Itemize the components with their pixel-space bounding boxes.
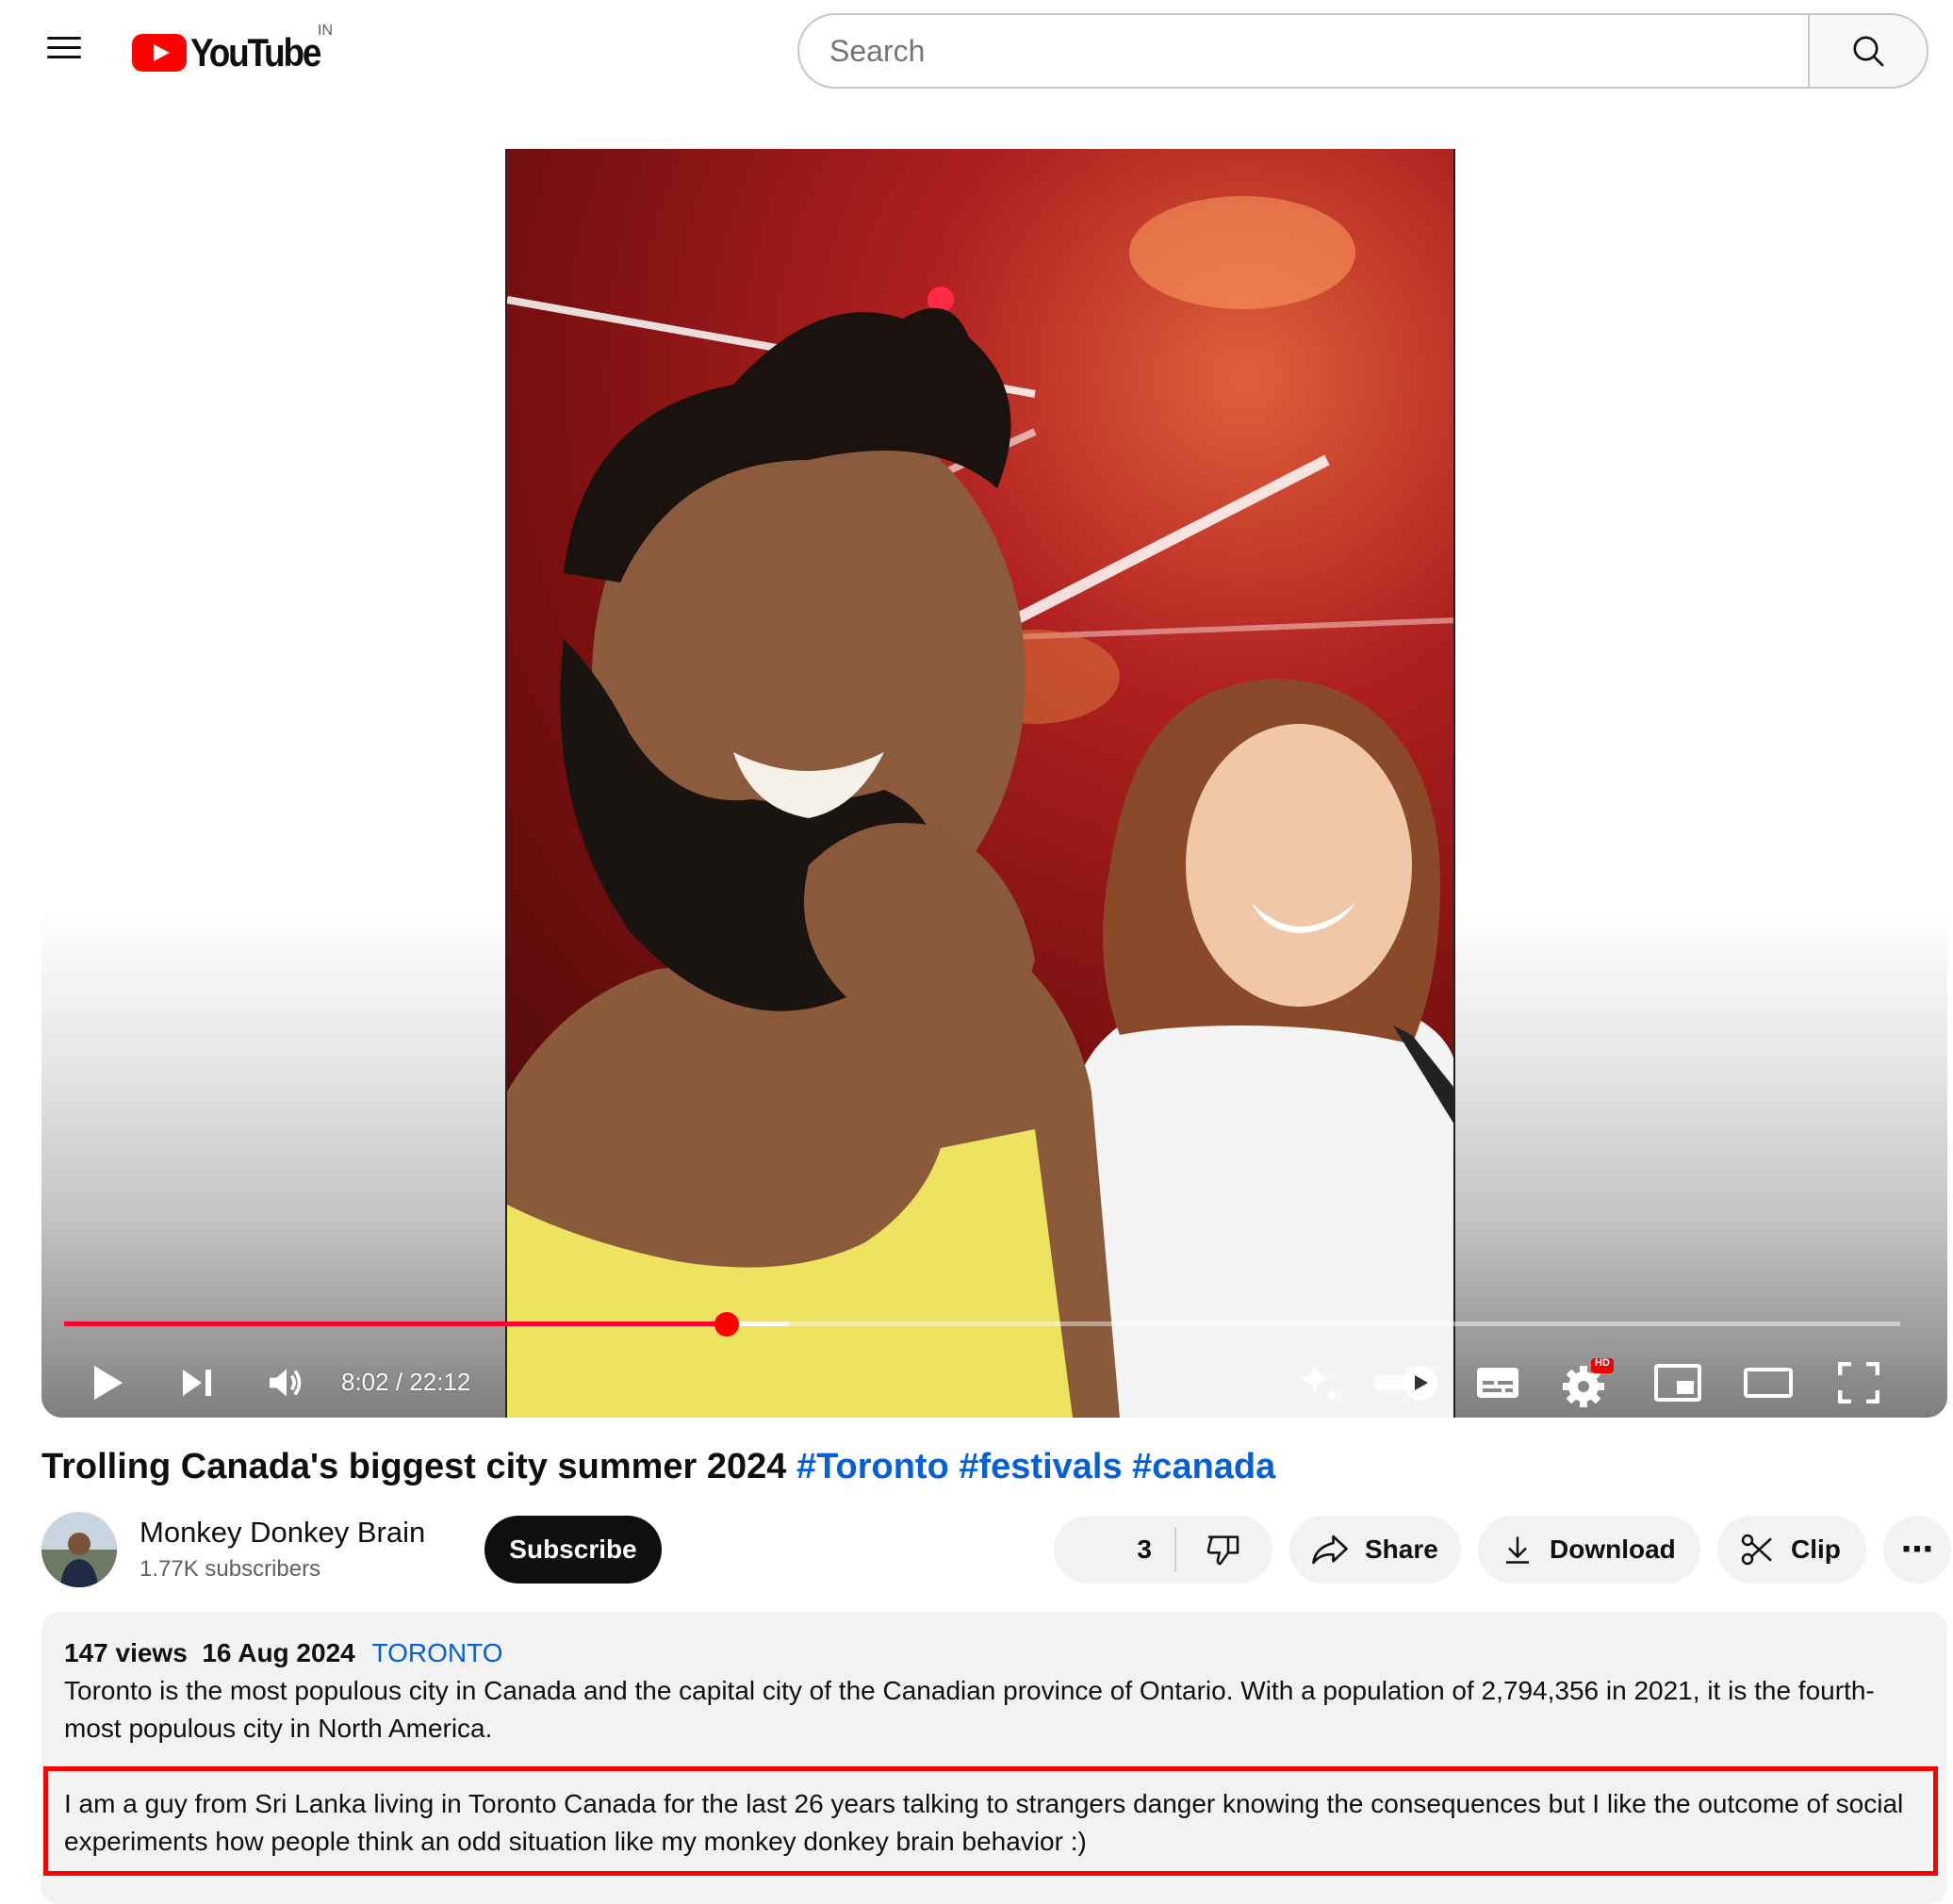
upload-date: 16 Aug 2024 (202, 1638, 355, 1667)
country-code: IN (318, 23, 333, 39)
volume-icon (270, 1369, 302, 1397)
subtitles-icon (1477, 1368, 1518, 1398)
hashtag-link[interactable]: #Toronto (796, 1447, 949, 1486)
youtube-play-logo-icon (132, 34, 187, 72)
search-input[interactable] (797, 13, 1808, 89)
logo-text: YouTube (190, 30, 321, 74)
progress-played (64, 1321, 728, 1326)
description-paragraph-highlighted: I am a guy from Sri Lanka living in Toro… (64, 1789, 1904, 1856)
clip-label: Clip (1791, 1535, 1841, 1564)
subscribe-button[interactable]: Subscribe (484, 1516, 662, 1584)
miniplayer-button[interactable] (1644, 1348, 1712, 1418)
more-actions-button[interactable]: ⋯ (1883, 1516, 1951, 1584)
play-button[interactable] (77, 1348, 138, 1418)
search-bar (797, 13, 1928, 89)
time-display: 8:02 / 22:12 (341, 1368, 471, 1396)
subtitles-button[interactable] (1465, 1348, 1531, 1418)
next-button[interactable] (166, 1348, 226, 1418)
location-link[interactable]: TORONTO (372, 1638, 503, 1667)
channel-name[interactable]: Monkey Donkey Brain (140, 1514, 425, 1551)
theater-mode-button[interactable] (1734, 1348, 1802, 1418)
video-title: Trolling Canada's biggest city summer 20… (41, 1444, 1275, 1489)
download-button[interactable]: Download (1478, 1516, 1700, 1584)
share-button[interactable]: Share (1289, 1516, 1461, 1584)
share-label: Share (1365, 1535, 1438, 1564)
next-icon (183, 1370, 211, 1396)
sparkle-icon (1300, 1364, 1338, 1402)
menu-icon-bar (47, 37, 81, 40)
autoplay-toggle[interactable] (1365, 1348, 1450, 1418)
search-icon (1853, 36, 1884, 67)
autoplay-toggle-icon (1373, 1366, 1437, 1400)
play-icon (94, 1366, 123, 1400)
youtube-logo[interactable]: YouTube IN (132, 23, 337, 75)
fullscreen-button[interactable] (1825, 1348, 1893, 1418)
menu-icon-bar (47, 46, 81, 49)
settings-button[interactable]: HD (1553, 1348, 1621, 1418)
like-button[interactable]: 3 (1054, 1516, 1174, 1584)
menu-icon-bar (47, 56, 81, 58)
fullscreen-icon (1838, 1362, 1879, 1403)
description-meta: 147 views 16 Aug 2024 TORONTO (64, 1636, 503, 1670)
description-paragraph: Toronto is the most populous city in Can… (64, 1676, 1875, 1743)
video-player[interactable]: 8:02 / 22:12 HD (41, 149, 1947, 1418)
hashtag-link[interactable]: #canada (1132, 1447, 1275, 1486)
miniplayer-icon (1654, 1364, 1701, 1402)
share-icon (1312, 1535, 1348, 1565)
menu-button[interactable] (38, 30, 90, 72)
clip-button[interactable]: Clip (1717, 1516, 1866, 1584)
search-button[interactable] (1808, 13, 1928, 89)
view-count: 147 views (64, 1638, 188, 1667)
scissors-icon (1741, 1534, 1772, 1566)
more-dots-icon: ⋯ (1901, 1532, 1933, 1568)
video-title-text: Trolling Canada's biggest city summer 20… (41, 1447, 787, 1486)
volume-button[interactable] (256, 1348, 317, 1418)
dislike-button[interactable] (1176, 1516, 1271, 1584)
download-label: Download (1550, 1535, 1676, 1564)
channel-avatar[interactable] (41, 1512, 117, 1587)
hd-badge: HD (1595, 1357, 1610, 1369)
video-scene-illustration (507, 196, 1453, 1418)
download-icon (1506, 1536, 1529, 1564)
dislike-icon (1206, 1535, 1239, 1566)
like-count: 3 (1137, 1535, 1152, 1564)
theater-icon (1744, 1368, 1793, 1398)
subscriber-count: 1.77K subscribers (140, 1556, 321, 1582)
hashtag-link[interactable]: #festivals (959, 1447, 1122, 1486)
ai-enhance-button[interactable] (1286, 1348, 1352, 1418)
video-frame[interactable] (505, 149, 1455, 1418)
avatar-photo-icon (41, 1512, 117, 1587)
like-dislike-group: 3 (1054, 1516, 1272, 1584)
